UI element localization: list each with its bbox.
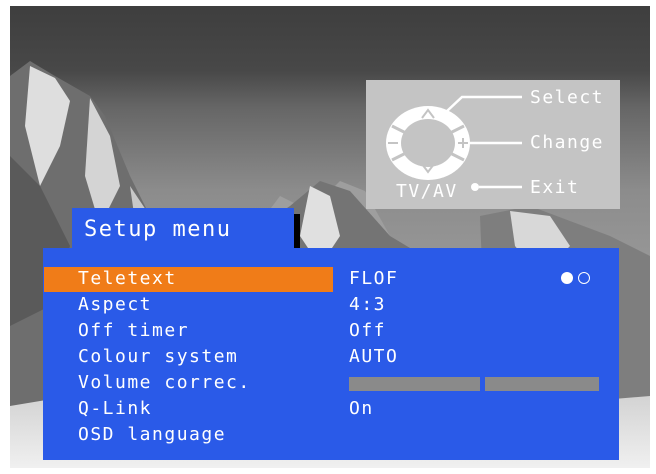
remote-control-hint-panel: Select Change Exit TV/AV [366,80,620,209]
volume-correction-bar-left[interactable] [349,377,480,391]
menu-row-value: FLOF [349,268,399,289]
menu-row-osd-language[interactable]: OSD language [43,422,619,448]
menu-row-label: Off timer [78,320,190,341]
menu-row-label: Volume correc. [78,372,251,393]
teletext-indicator-hollow-icon [578,272,590,284]
menu-row-colour-system[interactable]: Colour system AUTO [43,344,619,370]
tvav-button-label: TV/AV [396,181,458,202]
menu-title: Setup menu [84,217,232,242]
menu-row-value: AUTO [349,346,399,367]
volume-correction-bar-right[interactable] [485,377,599,391]
menu-row-off-timer[interactable]: Off timer Off [43,318,619,344]
menu-row-value: On [349,398,374,419]
teletext-indicator-filled-icon [561,272,573,284]
setup-menu-panel: Teletext FLOF Aspect 4:3 Off timer Off C… [43,248,619,460]
menu-row-label: Colour system [78,346,239,367]
change-hint-label: Change [530,132,605,153]
menu-row-label: Q-Link [78,398,153,419]
select-hint-label: Select [530,87,605,108]
menu-row-label: Teletext [78,268,177,289]
exit-hint-label: Exit [530,177,580,198]
menu-row-aspect[interactable]: Aspect 4:3 [43,292,619,318]
menu-row-label: OSD language [78,424,227,445]
tv-screen: Select Change Exit TV/AV Setup menu Tele… [10,6,650,468]
menu-row-volume-correction[interactable]: Volume correc. [43,370,619,396]
menu-row-label: Aspect [78,294,153,315]
menu-row-teletext[interactable]: Teletext FLOF [43,266,619,292]
menu-row-value: Off [349,320,387,341]
menu-row-value: 4:3 [349,294,387,315]
menu-row-q-link[interactable]: Q-Link On [43,396,619,422]
